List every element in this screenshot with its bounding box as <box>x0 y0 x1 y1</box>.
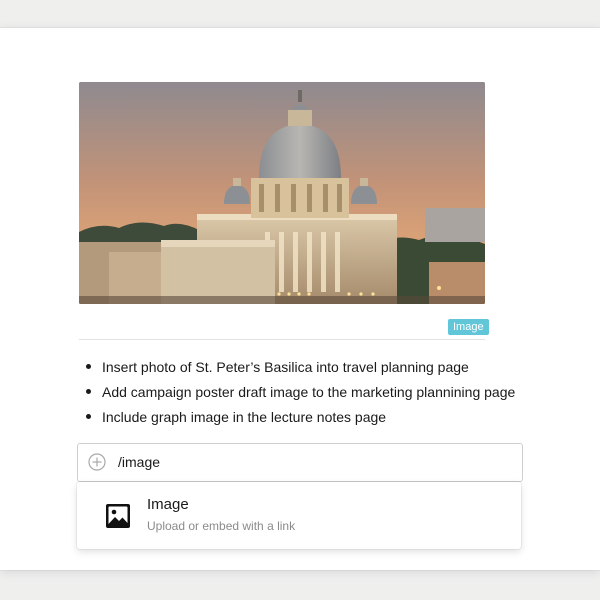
bullet-dot-icon <box>86 389 91 394</box>
image-icon <box>105 503 131 529</box>
bullet-item[interactable]: Include graph image in the lecture notes… <box>82 407 515 432</box>
bullet-item[interactable]: Add campaign poster draft image to the m… <box>82 382 515 407</box>
plus-circle-icon[interactable] <box>88 453 106 471</box>
menu-option-image[interactable]: Image Upload or embed with a link <box>77 482 521 549</box>
image-type-badge: Image <box>448 319 489 335</box>
basilica-photo[interactable] <box>79 82 485 304</box>
document-page: Image Insert photo of St. Peter’s Basili… <box>0 28 600 570</box>
option-subtitle: Upload or embed with a link <box>147 519 296 533</box>
task-bullet-list: Insert photo of St. Peter’s Basilica int… <box>82 357 515 432</box>
bullet-text: Include graph image in the lecture notes… <box>102 409 387 425</box>
command-text: /image <box>118 454 161 470</box>
basilica-illustration <box>79 82 485 304</box>
bullet-item[interactable]: Insert photo of St. Peter’s Basilica int… <box>82 357 515 382</box>
block-divider <box>79 339 485 340</box>
bullet-dot-icon <box>86 414 91 419</box>
bullet-dot-icon <box>86 364 91 369</box>
option-title: Image <box>147 496 189 513</box>
command-suggestions-menu: Image Upload or embed with a link <box>77 482 521 549</box>
bullet-text: Insert photo of St. Peter’s Basilica int… <box>102 359 469 375</box>
slash-command-input[interactable]: /image <box>77 443 523 482</box>
app-canvas: Image Insert photo of St. Peter’s Basili… <box>0 0 600 600</box>
bullet-text: Add campaign poster draft image to the m… <box>102 384 516 400</box>
